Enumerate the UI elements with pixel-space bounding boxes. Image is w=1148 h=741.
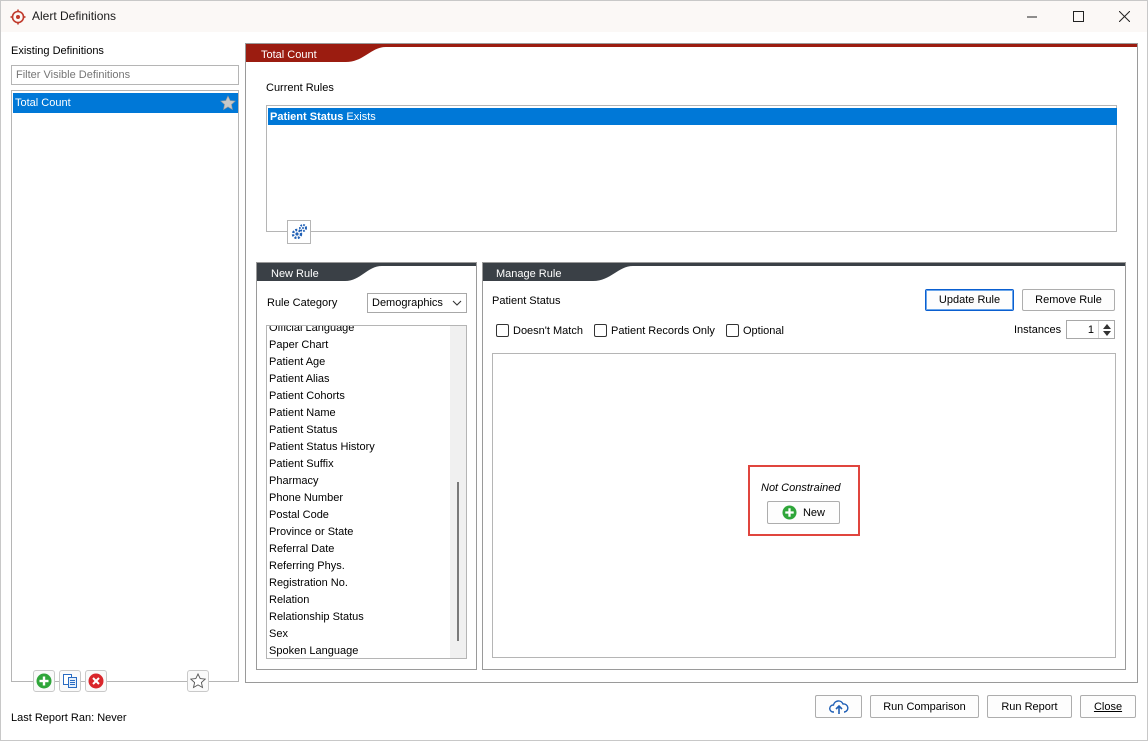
managed-rule-name: Patient Status: [492, 295, 561, 307]
category-list-item[interactable]: Patient Alias: [269, 373, 330, 385]
add-icon: [36, 673, 52, 689]
category-list-item[interactable]: Referral Date: [269, 543, 334, 555]
category-list-item[interactable]: Postal Code: [269, 509, 329, 521]
update-rule-button[interactable]: Update Rule: [925, 289, 1014, 311]
category-list-item[interactable]: Patient Status History: [269, 441, 375, 453]
category-list-item[interactable]: Registration No.: [269, 577, 348, 589]
maximize-button[interactable]: [1055, 1, 1101, 32]
category-list-item[interactable]: Patient Suffix: [269, 458, 334, 470]
add-definition-button[interactable]: [33, 670, 55, 692]
category-list-item[interactable]: Paper Chart: [269, 339, 328, 351]
stepper-arrows[interactable]: [1098, 321, 1114, 338]
current-rules-list[interactable]: Patient Status Exists: [266, 105, 1117, 232]
instances-stepper[interactable]: 1: [1066, 320, 1115, 339]
instances-label: Instances: [1014, 324, 1062, 336]
close-window-button[interactable]: [1101, 1, 1147, 32]
definition-item-total-count[interactable]: Total Count: [13, 93, 238, 113]
new-button-label: New: [802, 506, 825, 519]
rule-category-label: Rule Category: [267, 297, 338, 309]
star-outline-icon: [190, 673, 206, 689]
gears-icon: [291, 224, 307, 240]
checkbox-label: Patient Records Only: [611, 324, 715, 337]
definition-tab-bar: [246, 44, 1137, 62]
chevron-down-icon[interactable]: [1103, 331, 1111, 337]
category-list-item[interactable]: Sex: [269, 628, 288, 640]
rule-field: Patient Status: [270, 111, 344, 123]
run-report-button[interactable]: Run Report: [987, 695, 1072, 718]
copy-icon: [63, 674, 77, 688]
add-icon: [782, 505, 797, 520]
cloud-upload-icon: [828, 699, 848, 714]
rule-category-select[interactable]: Demographics: [367, 293, 467, 313]
instances-value: 1: [1087, 324, 1094, 336]
category-list-item[interactable]: Patient Cohorts: [269, 390, 345, 402]
not-constrained-label: Not Constrained: [761, 482, 841, 494]
definitions-list[interactable]: Total Count: [11, 90, 239, 682]
last-report-status: Last Report Ran: Never: [11, 712, 127, 724]
category-list-item[interactable]: Official Language: [269, 326, 354, 334]
delete-definition-button[interactable]: [85, 670, 107, 692]
copy-definition-button[interactable]: [59, 670, 81, 692]
category-list-item[interactable]: Referring Phys.: [269, 560, 345, 572]
manage-rule-tab-title: Manage Rule: [496, 268, 562, 280]
rule-options-button[interactable]: [287, 220, 311, 244]
category-list-item[interactable]: Relation: [269, 594, 309, 606]
definition-label: Total Count: [15, 97, 71, 109]
minimize-button[interactable]: [1009, 1, 1055, 32]
close-button[interactable]: Close: [1080, 695, 1136, 718]
category-list-item[interactable]: Patient Status: [269, 424, 338, 436]
category-list-item[interactable]: Relationship Status: [269, 611, 364, 623]
existing-definitions-label: Existing Definitions: [11, 45, 104, 57]
filter-definitions-input[interactable]: [11, 65, 239, 85]
manage-rule-tab-bar: [483, 263, 1125, 281]
star-icon[interactable]: [220, 95, 236, 111]
delete-icon: [88, 673, 104, 689]
rule-category-value: Demographics: [372, 297, 443, 309]
category-list-item[interactable]: Pharmacy: [269, 475, 319, 487]
app-target-icon: [10, 9, 26, 25]
rule-row[interactable]: Patient Status Exists: [268, 108, 1117, 125]
patient-records-only-checkbox[interactable]: Patient Records Only: [594, 324, 715, 337]
category-list-item[interactable]: Spoken Language: [269, 645, 358, 657]
run-comparison-button[interactable]: Run Comparison: [870, 695, 979, 718]
alert-definitions-window: Alert Definitions Existing Definitions T…: [0, 0, 1148, 741]
scrollbar-thumb[interactable]: [457, 482, 459, 641]
chevron-down-icon: [452, 300, 462, 306]
checkbox-box[interactable]: [726, 324, 739, 337]
chevron-up-icon[interactable]: [1103, 323, 1111, 329]
current-rules-label: Current Rules: [266, 82, 334, 94]
checkbox-label: Doesn't Match: [513, 324, 583, 337]
minimize-icon: [1027, 16, 1037, 17]
new-rule-tab-title: New Rule: [271, 268, 319, 280]
checkbox-label: Optional: [743, 324, 784, 337]
close-icon: [1118, 11, 1130, 22]
upload-button[interactable]: [815, 695, 862, 718]
window-title: Alert Definitions: [32, 9, 117, 23]
category-list-item[interactable]: Phone Number: [269, 492, 343, 504]
category-list-item[interactable]: Patient Age: [269, 356, 325, 368]
rule-condition: Exists: [343, 111, 376, 123]
remove-rule-button[interactable]: Remove Rule: [1022, 289, 1115, 311]
optional-checkbox[interactable]: Optional: [726, 324, 784, 337]
checkbox-box[interactable]: [594, 324, 607, 337]
maximize-icon: [1072, 11, 1084, 22]
rule-category-list[interactable]: Official Language Paper Chart Patient Age P…: [266, 325, 467, 659]
list-scrollbar[interactable]: [450, 326, 466, 658]
category-list-item[interactable]: Province or State: [269, 526, 353, 538]
favorite-button[interactable]: [187, 670, 209, 692]
checkbox-box[interactable]: [496, 324, 509, 337]
new-constraint-button[interactable]: New: [767, 501, 840, 524]
title-bar: Alert Definitions: [1, 1, 1147, 32]
definition-tab-title[interactable]: Total Count: [261, 49, 317, 61]
doesnt-match-checkbox[interactable]: Doesn't Match: [496, 324, 583, 337]
category-list-item[interactable]: Patient Name: [269, 407, 336, 419]
